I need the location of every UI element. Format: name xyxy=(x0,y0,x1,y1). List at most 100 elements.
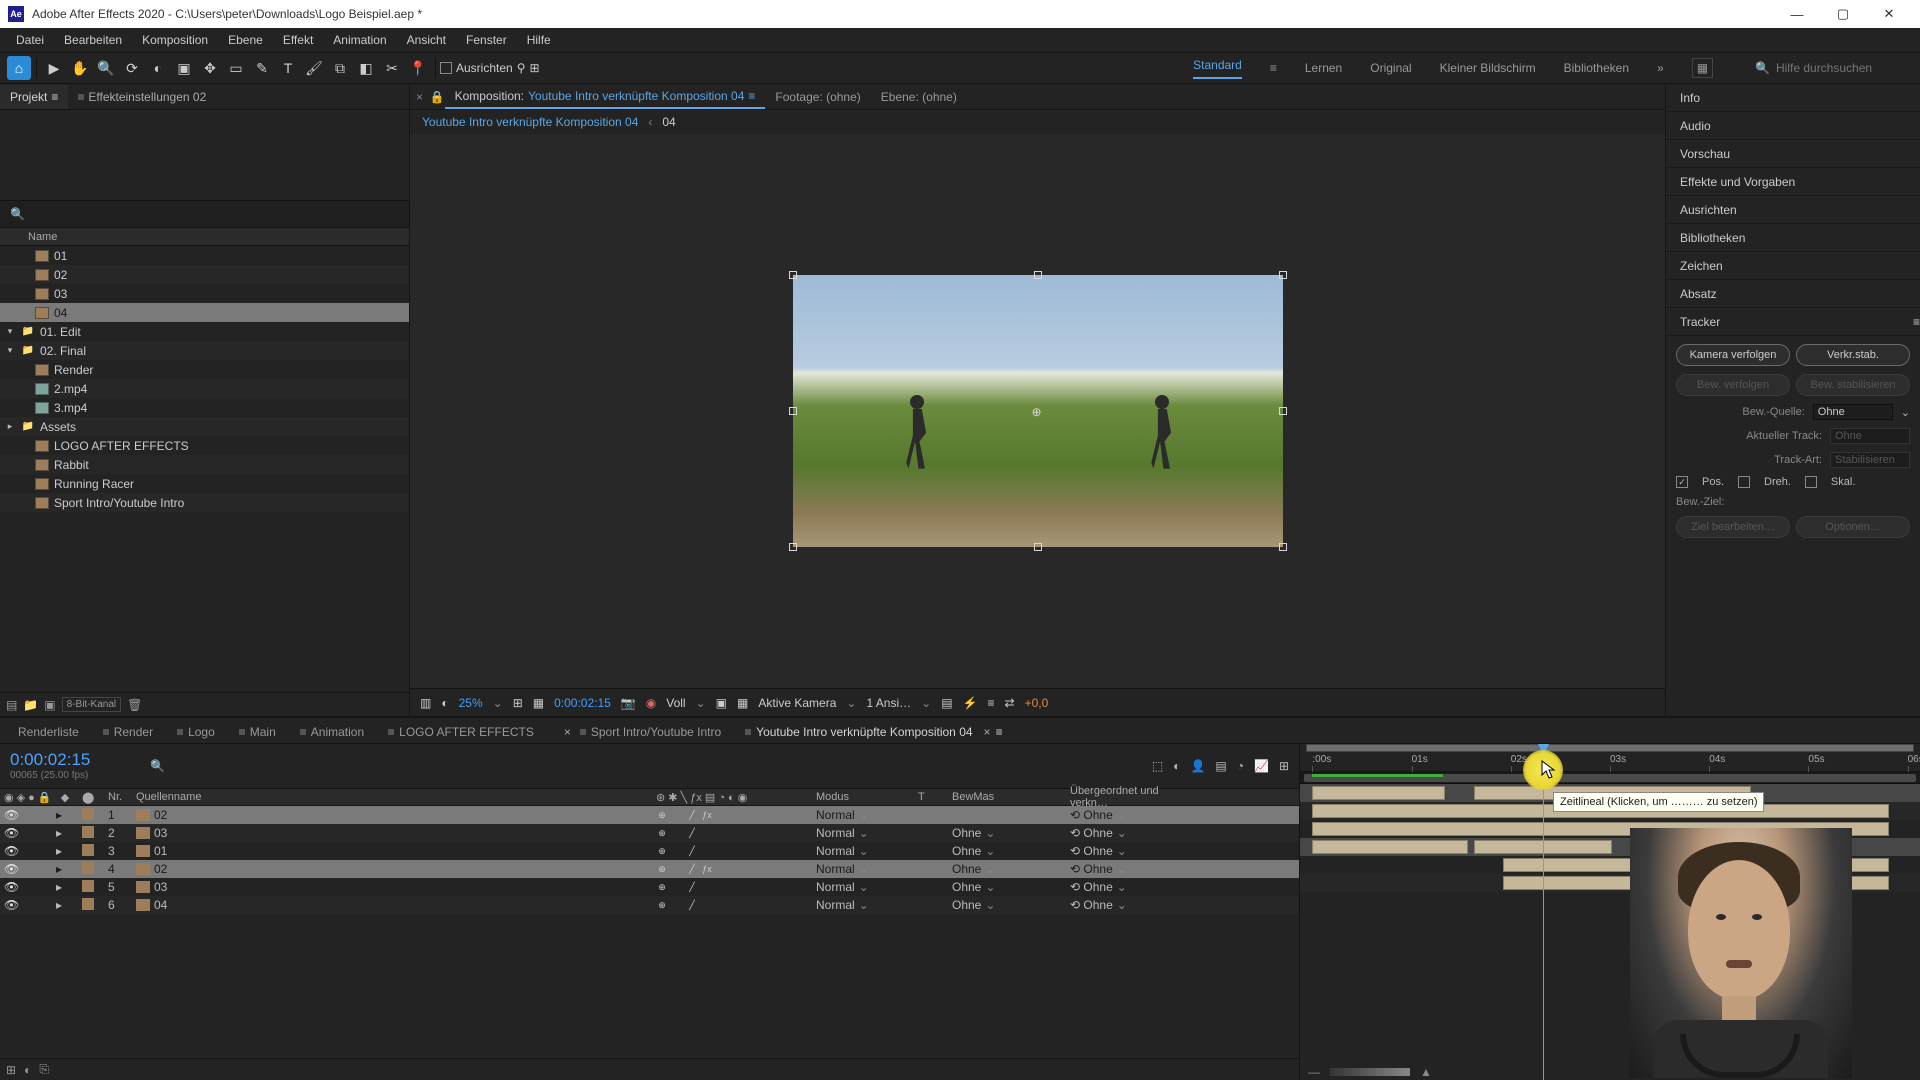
stabilize-motion-button[interactable]: Bew. stabilisieren xyxy=(1796,374,1910,396)
project-search[interactable]: 🔍 xyxy=(0,200,409,228)
roto-tool-icon[interactable]: ✂ xyxy=(380,56,404,80)
project-item[interactable]: Render xyxy=(0,360,409,379)
grid-icon[interactable]: ▦ xyxy=(533,696,544,710)
zoom-dropdown[interactable]: 25% xyxy=(459,696,483,710)
zoom-out-icon[interactable]: — xyxy=(1308,1065,1320,1079)
track-camera-button[interactable]: Kamera verfolgen xyxy=(1676,344,1790,366)
timeline-search-icon[interactable]: 🔍 xyxy=(150,759,165,773)
comp-tab-active[interactable]: Komposition: Youtube Intro verknüpfte Ko… xyxy=(445,85,766,109)
workspace-view-icon[interactable]: ▦ xyxy=(1692,58,1713,78)
new-comp-icon[interactable]: ▣ xyxy=(44,698,55,712)
panel-effects[interactable]: Effekte und Vorgaben xyxy=(1666,168,1920,196)
toggle-parent-icon[interactable]: ⎘ xyxy=(39,1062,49,1077)
toggle-modes-icon[interactable]: ◐ xyxy=(24,1063,31,1077)
eraser-tool-icon[interactable]: ◧ xyxy=(354,56,378,80)
toggle-switches-icon[interactable]: ⊞ xyxy=(6,1063,16,1077)
panel-audio[interactable]: Audio xyxy=(1666,112,1920,140)
brush-tool-icon[interactable]: 🖌 xyxy=(302,56,326,80)
project-item[interactable]: ▸📁Assets xyxy=(0,417,409,436)
project-item[interactable]: ▾📁01. Edit xyxy=(0,322,409,341)
project-item[interactable]: Sport Intro/Youtube Intro xyxy=(0,493,409,512)
warp-stab-button[interactable]: Verkr.stab. xyxy=(1796,344,1910,366)
clip-bar[interactable] xyxy=(1312,786,1445,800)
rotation-tool-icon[interactable]: ◐ xyxy=(146,56,170,80)
composition-viewer[interactable]: ⊕ xyxy=(410,134,1665,688)
menu-animation[interactable]: Animation xyxy=(323,33,396,47)
clone-tool-icon[interactable]: ⧉ xyxy=(328,56,352,80)
alpha-icon[interactable]: ◐ xyxy=(441,696,448,710)
hand-tool-icon[interactable]: ✋ xyxy=(68,56,92,80)
transparency-icon[interactable]: ▦ xyxy=(737,696,748,710)
workspace-klein[interactable]: Kleiner Bildschirm xyxy=(1440,61,1536,75)
maximize-button[interactable]: ▢ xyxy=(1820,0,1866,28)
home-icon[interactable]: ⌂ xyxy=(7,56,31,80)
panel-lock-icon[interactable]: × 🔒 xyxy=(416,90,445,104)
resolution-dropdown[interactable]: Voll xyxy=(666,696,685,710)
panel-ausrichten[interactable]: Ausrichten xyxy=(1666,196,1920,224)
project-item[interactable]: LOGO AFTER EFFECTS xyxy=(0,436,409,455)
motion-source-select[interactable]: Ohne xyxy=(1813,404,1893,420)
layer-row[interactable]: 👁▸102⊕╱ƒxNormal ⌄⟲ Ohne ⌄ xyxy=(0,806,1299,824)
rot-checkbox[interactable] xyxy=(1738,476,1750,488)
flowchart-icon[interactable]: ⇄ xyxy=(1005,696,1015,710)
column-header-name[interactable]: Name xyxy=(0,228,409,246)
pixel-icon[interactable]: ▤ xyxy=(941,696,952,710)
frame-blend-icon[interactable]: ▤ xyxy=(1215,759,1226,773)
panel-absatz[interactable]: Absatz xyxy=(1666,280,1920,308)
help-search-input[interactable] xyxy=(1776,61,1906,75)
fast-icon[interactable]: ⚡ xyxy=(963,696,978,710)
timeline-icon[interactable]: ≡ xyxy=(988,696,995,710)
comp-breadcrumb[interactable]: Youtube Intro verknüpfte Komposition 04 … xyxy=(410,110,1665,134)
timeline-tab[interactable]: LOGO AFTER EFFECTS xyxy=(376,721,546,743)
mask-icon[interactable]: ▥ xyxy=(420,696,431,710)
views-dropdown[interactable]: 1 Ansi… xyxy=(866,696,911,710)
interpret-icon[interactable]: ▤ xyxy=(6,698,17,712)
puppet-tool-icon[interactable]: 📍 xyxy=(406,56,430,80)
workspace-standard[interactable]: Standard xyxy=(1193,58,1242,79)
orbit-tool-icon[interactable]: ⟳ xyxy=(120,56,144,80)
project-item[interactable]: 03 xyxy=(0,284,409,303)
layer-row[interactable]: 👁▸604⊕╱Normal ⌄Ohne ⌄⟲ Ohne ⌄ xyxy=(0,896,1299,914)
snap-grid-icon[interactable]: ⊞ xyxy=(530,61,540,75)
shy-icon[interactable]: 👤 xyxy=(1190,759,1205,773)
current-time-indicator[interactable] xyxy=(1543,744,1544,1080)
effect-controls-tab[interactable]: Effekteinstellungen 02 xyxy=(68,85,216,109)
panel-info[interactable]: Info xyxy=(1666,84,1920,112)
draft-icon[interactable]: ◐ xyxy=(1173,759,1180,773)
zoom-tool-icon[interactable]: 🔍 xyxy=(94,56,118,80)
timeline-tab[interactable]: Render xyxy=(91,721,165,743)
workspace-original[interactable]: Original xyxy=(1370,61,1411,75)
panel-tracker[interactable]: Tracker≡ xyxy=(1666,308,1920,336)
zoom-in-icon[interactable]: ▲ xyxy=(1420,1065,1432,1079)
project-item[interactable]: Running Racer xyxy=(0,474,409,493)
timeline-tab[interactable]: Main xyxy=(227,721,288,743)
snap-checkbox[interactable] xyxy=(440,62,452,74)
layer-row[interactable]: 👁▸402⊕╱ƒxNormal ⌄Ohne ⌄⟲ Ohne ⌄ xyxy=(0,860,1299,878)
project-item[interactable]: 02 xyxy=(0,265,409,284)
region-icon[interactable]: ▣ xyxy=(716,696,727,710)
layer-row[interactable]: 👁▸203⊕╱Normal ⌄Ohne ⌄⟲ Ohne ⌄ xyxy=(0,824,1299,842)
minimize-button[interactable]: — xyxy=(1774,0,1820,28)
res-icon[interactable]: ⊞ xyxy=(513,696,523,710)
menu-bearbeiten[interactable]: Bearbeiten xyxy=(54,33,132,47)
workspace-lernen[interactable]: Lernen xyxy=(1305,61,1342,75)
timeline-tab[interactable]: Animation xyxy=(288,721,376,743)
selection-tool-icon[interactable]: ▶ xyxy=(42,56,66,80)
zoom-slider[interactable] xyxy=(1330,1068,1410,1076)
timeline-tab[interactable]: ×Sport Intro/Youtube Intro xyxy=(546,721,733,743)
panel-vorschau[interactable]: Vorschau xyxy=(1666,140,1920,168)
timeline-tab[interactable]: Youtube Intro verknüpfte Komposition 04×… xyxy=(733,721,1014,743)
pos-checkbox[interactable]: ✓ xyxy=(1676,476,1688,488)
menu-datei[interactable]: Datei xyxy=(6,33,54,47)
pen-tool-icon[interactable]: ✎ xyxy=(250,56,274,80)
timeline-tab[interactable]: Logo xyxy=(165,721,227,743)
brain-icon[interactable]: ⊞ xyxy=(1279,759,1289,773)
layer-row[interactable]: 👁▸301⊕╱Normal ⌄Ohne ⌄⟲ Ohne ⌄ xyxy=(0,842,1299,860)
track-motion-button[interactable]: Bew. verfolgen xyxy=(1676,374,1790,396)
menu-komposition[interactable]: Komposition xyxy=(132,33,218,47)
camera-dropdown[interactable]: Aktive Kamera xyxy=(758,696,836,710)
workspace-menu-icon[interactable]: ≡ xyxy=(1270,61,1277,75)
delete-icon[interactable]: 🗑 xyxy=(127,698,142,712)
viewer-timecode[interactable]: 0:00:02:15 xyxy=(554,696,611,710)
menu-hilfe[interactable]: Hilfe xyxy=(517,33,561,47)
